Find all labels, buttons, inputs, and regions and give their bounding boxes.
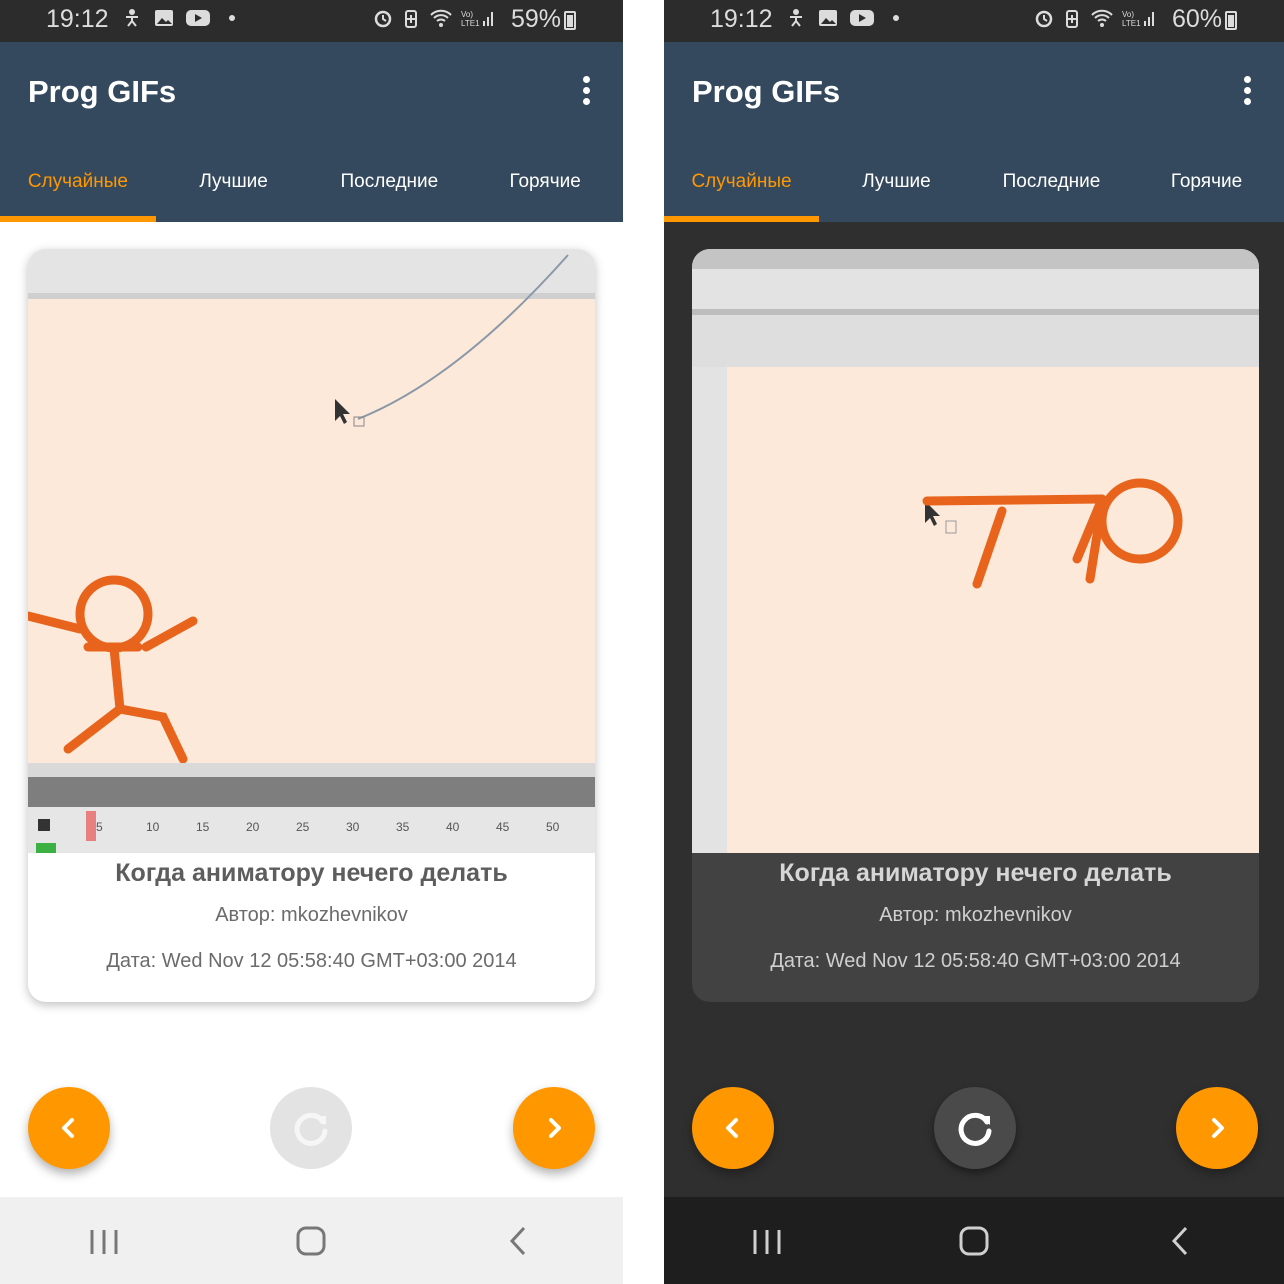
alarm-icon [374,10,392,28]
accessibility-icon [790,9,802,27]
post-author: Автор: mkozhevnikov [879,904,1072,926]
svg-text:Vo): Vo) [1122,10,1134,19]
timeline-tick: 20 [246,820,260,834]
overflow-menu-icon[interactable] [1242,76,1252,106]
timeline-tick: 40 [446,820,460,834]
battery-icon [1225,11,1237,30]
wifi-icon [430,9,452,27]
tab-latest[interactable]: Последние [312,160,468,222]
tab-best[interactable]: Лучшие [156,160,312,222]
post-title: Когда аниматору нечего делать [115,859,508,887]
signal-icon: Vo)LTE1 [1122,10,1154,28]
reload-button[interactable] [270,1087,352,1169]
signal-icon: Vo)LTE1 [461,10,493,28]
reload-icon [294,1112,328,1146]
post-date: Дата: Wed Nov 12 05:58:40 GMT+03:00 2014 [106,950,517,972]
tab-best[interactable]: Лучшие [819,160,974,222]
recent-apps-icon[interactable] [84,1224,124,1258]
back-icon[interactable] [499,1221,539,1261]
tab-random[interactable]: Случайные [0,160,156,222]
post-date: Дата: Wed Nov 12 05:58:40 GMT+03:00 2014 [770,950,1181,972]
status-bar: 19:12 Vo) LTE1 60% [664,0,1284,42]
chevron-left-icon [62,1118,74,1138]
recent-apps-icon[interactable] [747,1224,787,1258]
timeline-tick: 50 [546,820,560,834]
phone-dark-theme: 19:12 Vo) LTE1 60% Prog GIFs Случайные Лу… [664,0,1284,1284]
status-time: 19:12 [710,5,773,33]
youtube-icon [850,10,874,26]
tab-hot[interactable]: Горячие [467,160,623,222]
app-title: Prog GIFs [28,74,177,109]
system-nav-bar [664,1197,1284,1284]
phone-light-theme: 19:12 Vo) LTE1 59% Prog GIFs Случайные Лу… [0,0,623,1284]
battery-saver-icon [1066,10,1078,28]
svg-text:Vo): Vo) [461,10,473,19]
prev-button[interactable] [28,1087,110,1169]
system-nav-bar [0,1197,623,1284]
reload-button[interactable] [934,1087,1016,1169]
gallery-icon [155,10,173,26]
tab-hot[interactable]: Горячие [1129,160,1284,222]
timeline-tick: 30 [346,820,360,834]
svg-text:LTE1: LTE1 [1122,19,1141,28]
battery-percent: 60% [1171,5,1222,33]
timeline-tick: 45 [496,820,510,834]
timeline-tick: 10 [146,820,160,834]
timeline-tick: 35 [396,820,410,834]
app-bar: Prog GIFs Случайные Лучшие Последние Гор… [664,42,1284,222]
accessibility-icon [126,9,138,27]
next-button[interactable] [1176,1087,1258,1169]
svg-text:LTE1: LTE1 [461,19,480,28]
home-icon[interactable] [291,1221,331,1261]
next-button[interactable] [513,1087,595,1169]
status-time: 19:12 [46,5,109,33]
home-icon[interactable] [954,1221,994,1261]
chevron-left-icon [726,1118,738,1138]
timeline-tick: 5 [96,820,103,834]
wifi-icon [1091,9,1113,27]
reload-icon [958,1112,992,1146]
app-bar: Prog GIFs Случайные Лучшие Последние Гор… [0,42,623,222]
overflow-menu-icon[interactable] [581,76,591,106]
status-bar: 19:12 Vo) LTE1 59% [0,0,623,42]
notification-dot-icon [893,15,899,21]
battery-percent: 59% [510,5,561,33]
prev-button[interactable] [692,1087,774,1169]
tab-bar: Случайные Лучшие Последние Горячие [0,160,623,222]
tab-latest[interactable]: Последние [974,160,1129,222]
chevron-right-icon [1212,1118,1224,1138]
tab-random[interactable]: Случайные [664,160,819,222]
alarm-icon [1035,10,1053,28]
timeline-tick: 25 [296,820,310,834]
gif-image[interactable]: 5 10 15 20 25 30 35 40 45 50 [28,249,595,853]
gif-card: Когда аниматору нечего делать Автор: mko… [692,249,1259,1002]
app-title: Prog GIFs [692,74,841,109]
gif-caption: Когда аниматору нечего делать Автор: mko… [28,853,595,974]
back-icon[interactable] [1161,1221,1201,1261]
youtube-icon [186,10,210,26]
gif-caption: Когда аниматору нечего делать Автор: mko… [692,853,1259,974]
notification-dot-icon [229,15,235,21]
post-title: Когда аниматору нечего делать [779,859,1172,887]
post-author: Автор: mkozhevnikov [215,904,408,926]
timeline-tick: 15 [196,820,210,834]
gif-card: 5 10 15 20 25 30 35 40 45 50 Когда анима… [28,249,595,1002]
tab-bar: Случайные Лучшие Последние Горячие [664,160,1284,222]
battery-saver-icon [405,10,417,28]
gif-image[interactable] [692,249,1259,853]
battery-icon [564,11,576,30]
gallery-icon [819,10,837,26]
chevron-right-icon [549,1118,561,1138]
